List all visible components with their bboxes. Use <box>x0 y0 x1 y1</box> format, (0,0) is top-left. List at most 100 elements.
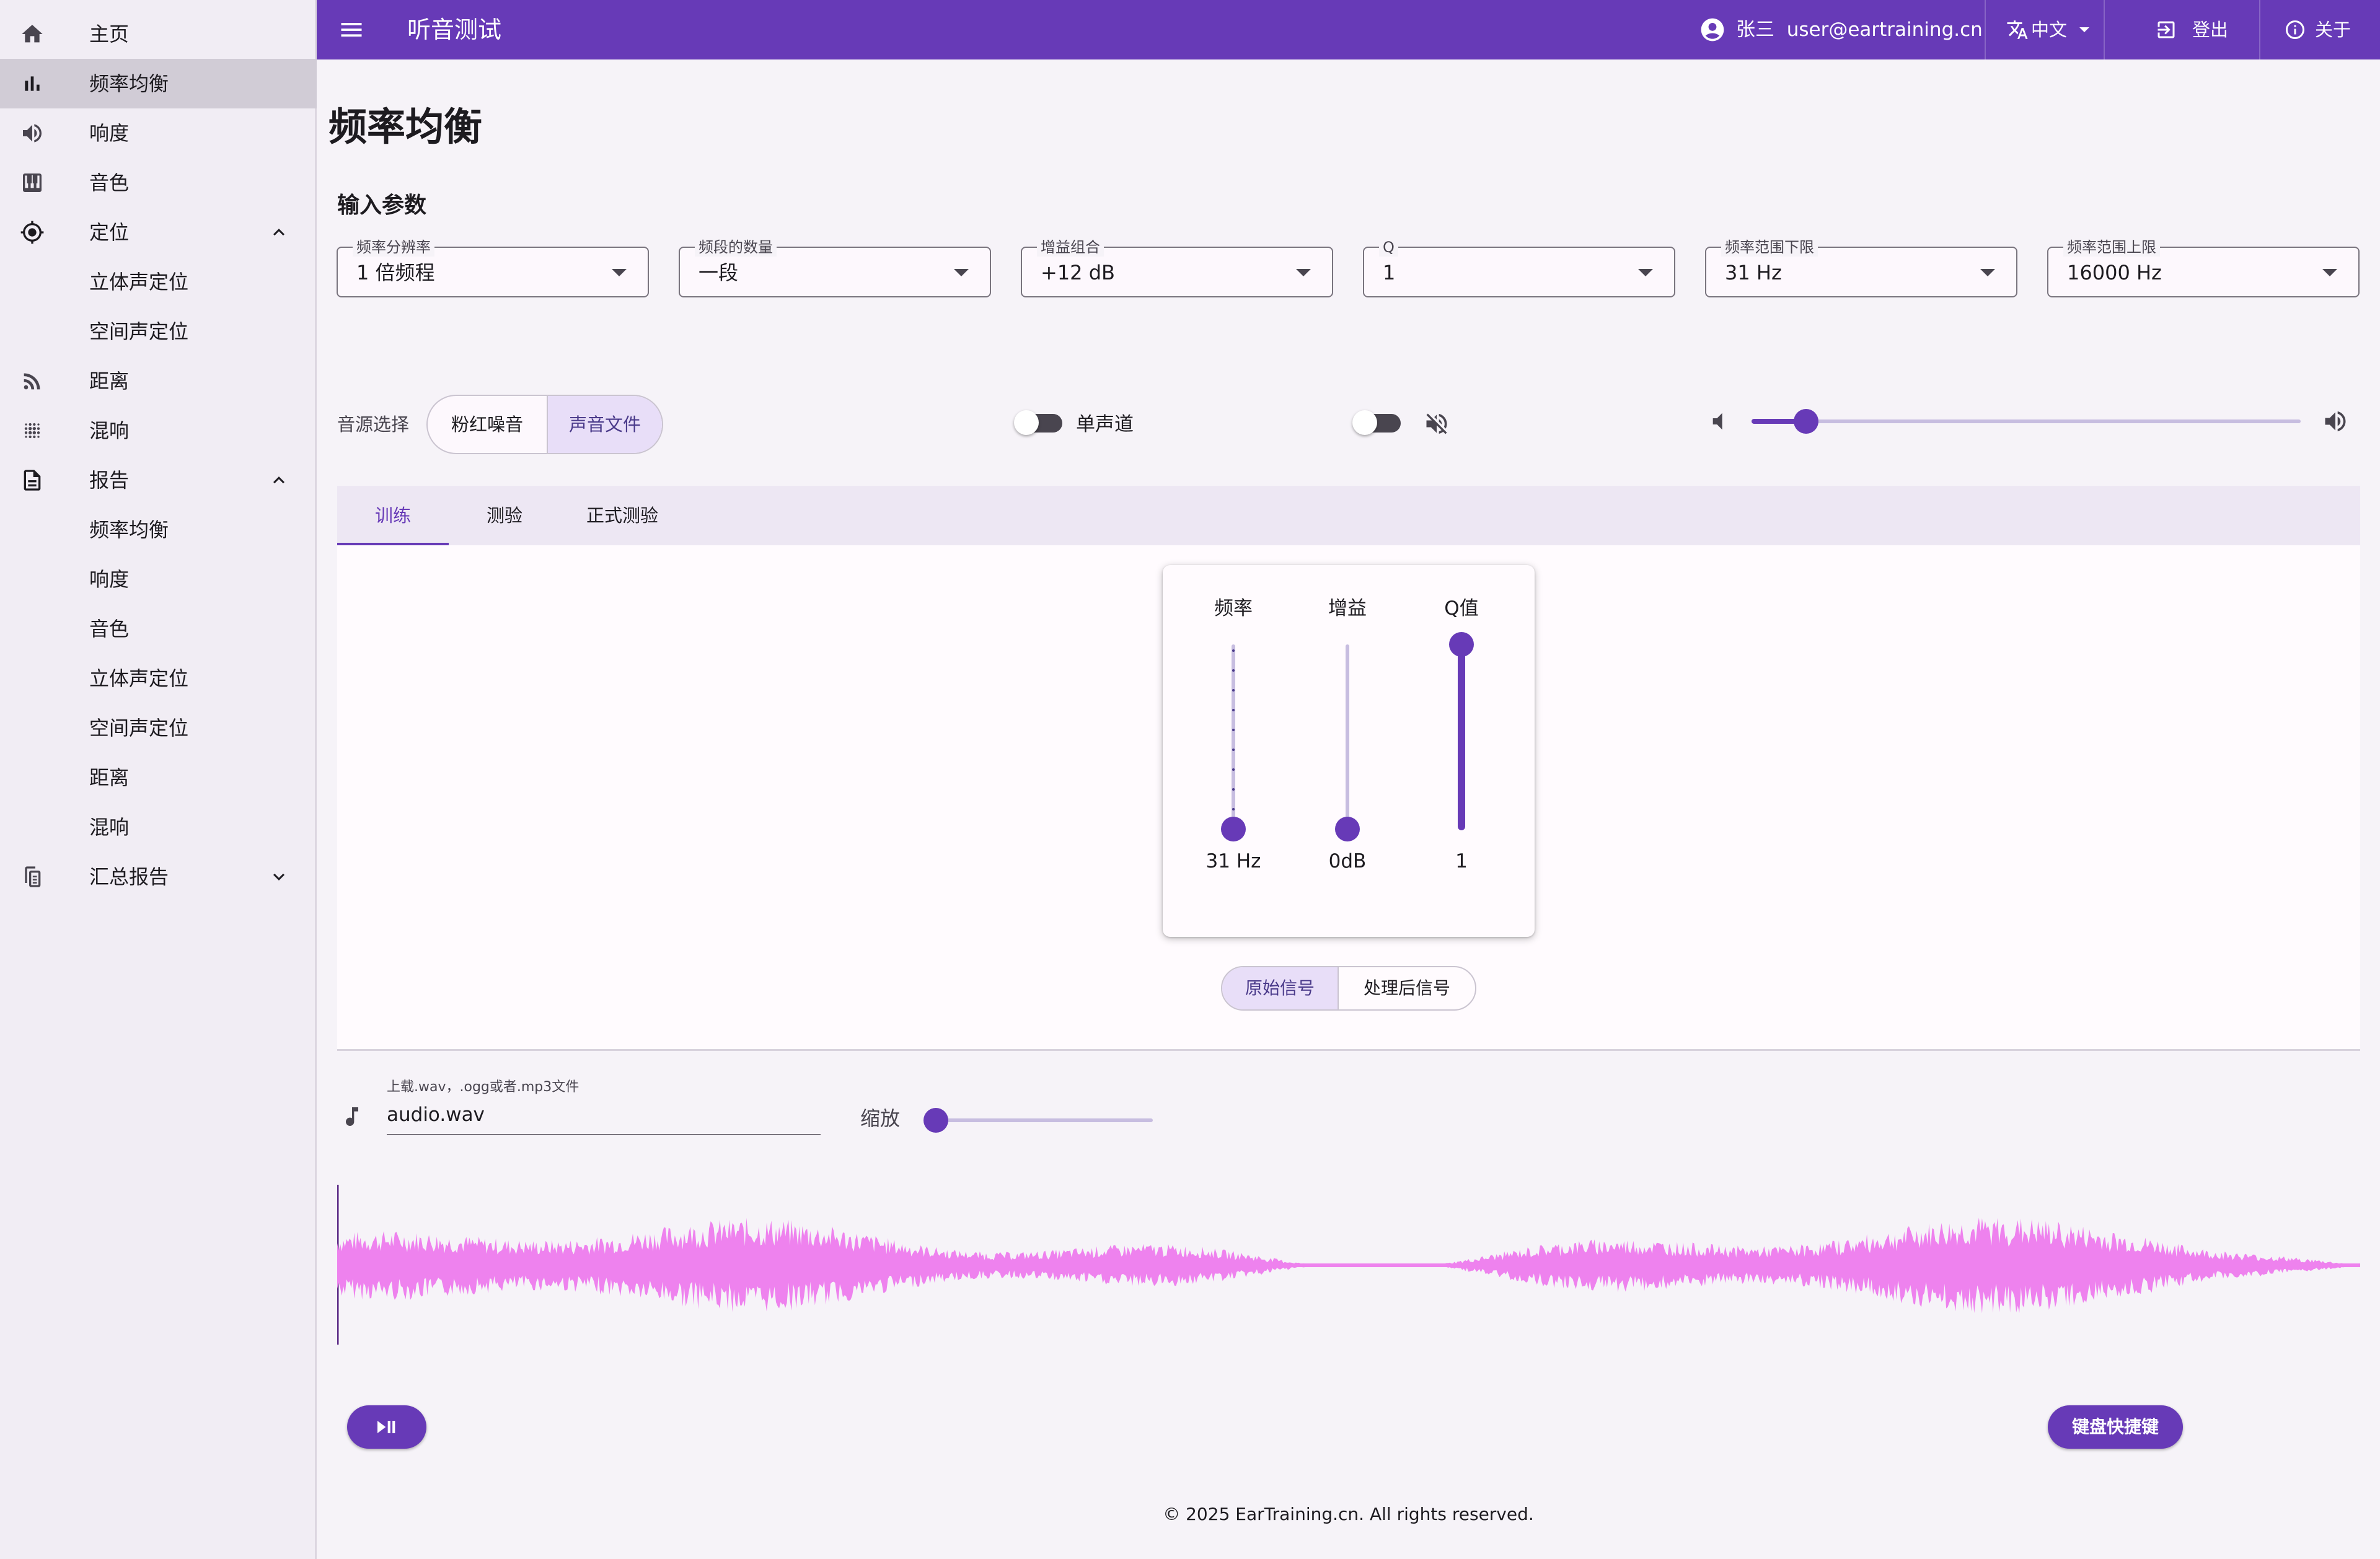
dropdown-arrow-icon <box>2322 269 2337 276</box>
nav-timbre[interactable]: 音色 <box>0 158 317 208</box>
slider-thumb[interactable] <box>1335 817 1360 841</box>
slider-rail <box>933 1118 1153 1122</box>
nav-loudness[interactable]: 响度 <box>0 108 317 158</box>
slider-tick <box>1232 729 1235 731</box>
nav-reports[interactable]: 报告 <box>0 455 317 505</box>
nav-localization[interactable]: 定位 <box>0 208 317 257</box>
home-icon <box>22 25 43 43</box>
upload-file-input[interactable]: audio.wav <box>387 1100 485 1129</box>
dropdown-arrow-icon <box>612 269 627 276</box>
nav-loudness-label: 响度 <box>89 121 130 145</box>
volume-off-icon <box>1426 413 1447 434</box>
chevron-up-icon[interactable] <box>268 469 290 491</box>
report-item[interactable]: 混响 <box>0 802 317 852</box>
dropdown-arrow-icon <box>1296 269 1311 276</box>
field-value: 1 <box>1383 261 1396 284</box>
slider-tick <box>1232 768 1235 771</box>
translate-icon <box>2007 20 2028 39</box>
report-item[interactable]: 距离 <box>0 753 317 802</box>
account-circle-icon <box>1701 18 1724 42</box>
keyboard-shortcuts-button[interactable]: 键盘快捷键 <box>2048 1405 2183 1449</box>
nav-spatial-localization[interactable]: 空间声定位 <box>0 307 317 356</box>
q-value: 1 <box>1455 850 1468 872</box>
volume-slider[interactable] <box>1752 409 2301 434</box>
slider-fill <box>1458 644 1465 830</box>
chevron-up-icon[interactable] <box>268 221 290 244</box>
slider-thumb[interactable] <box>1221 817 1246 841</box>
report-item-label: 音色 <box>89 617 130 641</box>
sidebar: 主页 频率均衡 响度 音色 定位 立体声定位 空间声定位 距离 混响 报告 频率… <box>0 0 317 1559</box>
band-count-select[interactable]: 频段的数量 一段 <box>679 238 991 297</box>
slider-tick <box>1232 669 1235 672</box>
menu-icon[interactable] <box>338 16 365 43</box>
source-label: 音源选择 <box>337 414 410 435</box>
zoom-slider[interactable] <box>923 1108 1153 1133</box>
play-pause-icon <box>377 1421 395 1433</box>
about-button[interactable]: 关于 <box>2284 0 2358 59</box>
volume-low-icon[interactable] <box>1706 409 1730 434</box>
report-item[interactable]: 响度 <box>0 555 317 604</box>
chevron-down-icon[interactable] <box>268 866 290 888</box>
nav-reverb[interactable]: 混响 <box>0 406 317 455</box>
volume-icon <box>23 124 42 143</box>
footer-copyright: © 2025 EarTraining.cn. All rights reserv… <box>1163 1504 1534 1524</box>
original-signal-option[interactable]: 原始信号 <box>1222 967 1339 1009</box>
audio-waveform[interactable] <box>337 1185 2360 1346</box>
frequency-lower-limit-select[interactable]: 频率范围下限 31 Hz <box>1705 238 2017 297</box>
mute-switch[interactable] <box>1352 410 1402 435</box>
report-item[interactable]: 频率均衡 <box>0 505 317 555</box>
report-item[interactable]: 立体声定位 <box>0 654 317 703</box>
report-item[interactable]: 空间声定位 <box>0 703 317 753</box>
slider-tick <box>1232 808 1235 810</box>
report-item-label: 响度 <box>89 568 130 591</box>
report-item-label: 频率均衡 <box>89 518 169 542</box>
tab-formal-test[interactable]: 正式测验 <box>560 486 684 545</box>
waveform-shape <box>337 1218 2360 1314</box>
nav-frequency-eq[interactable]: 频率均衡 <box>0 59 317 108</box>
mono-switch[interactable] <box>1014 410 1064 435</box>
play-pause-button[interactable] <box>347 1405 426 1449</box>
divider <box>1985 0 1986 59</box>
field-value: 31 Hz <box>1725 261 1782 284</box>
logout-icon <box>2157 21 2175 38</box>
page-title: 频率均衡 <box>328 104 483 149</box>
nav-summary-report[interactable]: 汇总报告 <box>0 852 317 902</box>
report-item[interactable]: 音色 <box>0 604 317 654</box>
report-item-label: 立体声定位 <box>89 667 189 690</box>
slider-tick <box>1232 749 1235 751</box>
field-value: 1 倍频程 <box>356 261 435 284</box>
nav-stereo-localization[interactable]: 立体声定位 <box>0 257 317 307</box>
nav-timbre-label: 音色 <box>89 171 130 195</box>
nav-distance[interactable]: 距离 <box>0 356 317 406</box>
tab-quiz[interactable]: 测验 <box>449 486 560 545</box>
gain-combination-select[interactable]: 增益组合 +12 dB <box>1021 238 1333 297</box>
frequency-upper-limit-select[interactable]: 频率范围上限 16000 Hz <box>2047 238 2360 297</box>
slider-thumb[interactable] <box>923 1108 948 1133</box>
slider-tick <box>1232 709 1235 711</box>
about-label: 关于 <box>2315 19 2351 40</box>
language-label: 中文 <box>2031 19 2068 40</box>
frequency-resolution-select[interactable]: 频率分辨率 1 倍频程 <box>337 238 649 297</box>
user-info: 张三 user@eartraining.cn <box>1736 0 1983 59</box>
slider-thumb[interactable] <box>1449 632 1474 657</box>
logout-button[interactable]: 登出 <box>2155 0 2229 59</box>
slider-thumb[interactable] <box>1794 409 1818 434</box>
source-pink-noise-option[interactable]: 粉红噪音 <box>428 396 547 453</box>
q-select[interactable]: Q 1 <box>1363 238 1675 297</box>
processed-signal-option[interactable]: 处理后信号 <box>1339 967 1475 1009</box>
blur-dots-icon <box>24 423 40 439</box>
volume-up-icon[interactable] <box>2322 408 2349 435</box>
nav-reverb-label: 混响 <box>89 419 130 442</box>
nav-localization-label: 定位 <box>89 221 130 244</box>
report-item-label: 空间声定位 <box>89 716 189 740</box>
tab-training[interactable]: 训练 <box>337 486 449 545</box>
slider-rail <box>1232 644 1235 830</box>
field-value: 16000 Hz <box>2067 261 2162 284</box>
language-button[interactable]: 中文 <box>2006 0 2089 59</box>
source-audio-file-option[interactable]: 声音文件 <box>547 396 662 453</box>
nav-summary-report-label: 汇总报告 <box>89 865 169 889</box>
nav-home[interactable]: 主页 <box>0 9 317 59</box>
nav-reports-label: 报告 <box>89 468 130 492</box>
frequency-slider-label: 频率 <box>1214 597 1253 620</box>
signal-toggle-group: 原始信号 处理后信号 <box>1221 966 1476 1011</box>
